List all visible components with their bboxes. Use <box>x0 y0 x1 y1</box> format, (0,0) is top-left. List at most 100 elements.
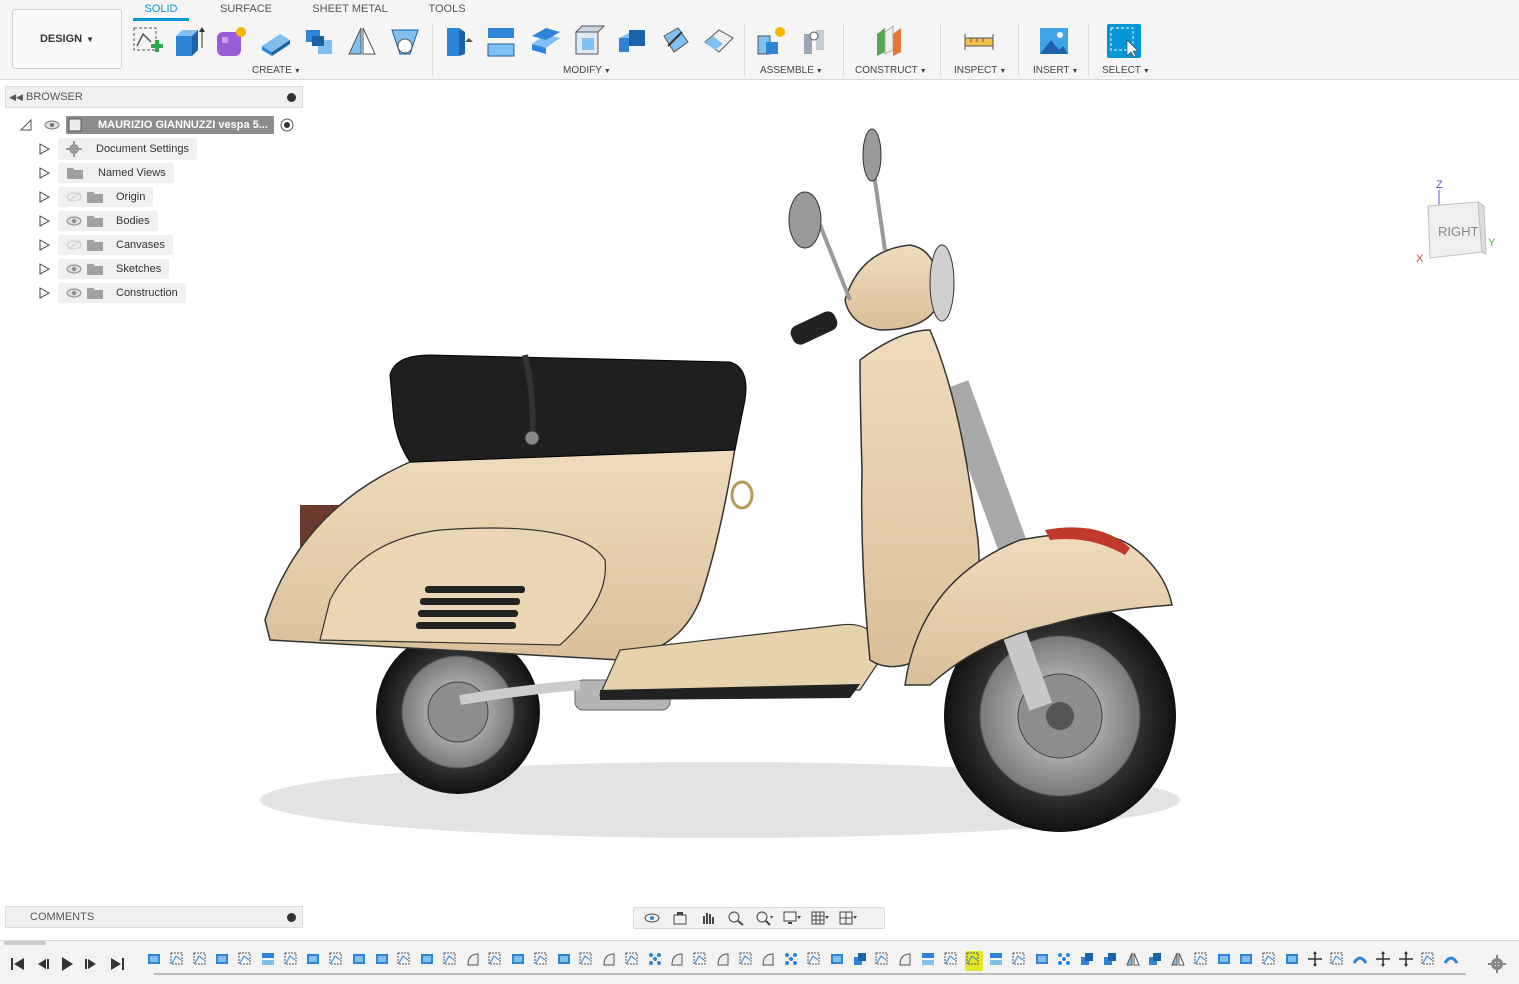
timeline-feature-sk[interactable] <box>1420 951 1438 971</box>
pan-button[interactable] <box>694 908 722 928</box>
viewcube[interactable]: Z RIGHT Y X <box>1410 176 1500 266</box>
timeline-feature-comb[interactable] <box>1079 951 1097 971</box>
sketches-label-box[interactable]: Sketches <box>58 259 170 279</box>
timeline-feature-ext[interactable] <box>556 951 574 971</box>
timeline-scrollbar[interactable] <box>4 941 46 945</box>
timeline-feature-move[interactable] <box>1398 951 1416 971</box>
browser-panel-header[interactable]: ◀◀ BROWSER <box>5 86 303 108</box>
viewports-button[interactable] <box>834 908 862 928</box>
timeline-feature-sk[interactable] <box>624 951 642 971</box>
look-at-button[interactable] <box>666 908 694 928</box>
expand-triangle-icon[interactable] <box>38 143 50 155</box>
step-back-button[interactable] <box>32 955 52 973</box>
timeline-feature-sk[interactable] <box>965 951 983 971</box>
construction-label-box[interactable]: Construction <box>58 283 186 303</box>
timeline-feature-sk[interactable] <box>943 951 961 971</box>
modify-menu[interactable]: MODIFY ▼ <box>563 65 611 76</box>
timeline-feature-ext[interactable] <box>1238 951 1256 971</box>
browser-item-named-views[interactable]: Named Views <box>38 163 174 183</box>
expand-triangle-icon[interactable] <box>38 263 50 275</box>
go-to-end-button[interactable] <box>107 955 127 973</box>
tab-solid[interactable]: SOLID <box>133 3 189 21</box>
timeline-feature-pat[interactable] <box>647 951 665 971</box>
timeline-feature-comb[interactable] <box>852 951 870 971</box>
offset-plane-icon[interactable] <box>873 24 907 58</box>
timeline-feature-ext[interactable] <box>1034 951 1052 971</box>
timeline-settings-button[interactable] <box>1488 955 1506 973</box>
timeline-feature-rev[interactable] <box>715 951 733 971</box>
timeline-feature-rev[interactable] <box>760 951 778 971</box>
timeline-feature-ext[interactable] <box>214 951 232 971</box>
press-pull-icon[interactable] <box>441 24 475 58</box>
select-tool-icon[interactable] <box>1107 24 1141 58</box>
browser-root-row[interactable]: MAURIZIO GIANNUZZI vespa 5... <box>20 115 294 135</box>
display-settings-button[interactable] <box>778 908 806 928</box>
step-forward-button[interactable] <box>82 955 102 973</box>
new-component-icon[interactable] <box>754 24 788 58</box>
insert-image-icon[interactable] <box>1037 24 1071 58</box>
bodies-label-box[interactable]: Bodies <box>58 211 158 231</box>
select-menu[interactable]: SELECT ▼ <box>1102 65 1150 76</box>
expand-triangle-icon[interactable] <box>38 191 50 203</box>
timeline-feature-sk[interactable] <box>874 951 892 971</box>
orbit-button[interactable] <box>638 908 666 928</box>
timeline-feature-sk[interactable] <box>442 951 460 971</box>
timeline-feature-ext[interactable] <box>829 951 847 971</box>
timeline-feature-sweep[interactable] <box>1443 951 1461 971</box>
collapse-panel-icon[interactable]: ◀◀ <box>6 92 26 103</box>
browser-item-canvases[interactable]: Canvases <box>38 235 173 255</box>
timeline-feature-sk[interactable] <box>1261 951 1279 971</box>
timeline-feature-fil[interactable] <box>988 951 1006 971</box>
timeline-feature-sk[interactable] <box>328 951 346 971</box>
expand-triangle-icon[interactable] <box>38 215 50 227</box>
timeline-feature-move[interactable] <box>1375 951 1393 971</box>
timeline-feature-rev[interactable] <box>669 951 687 971</box>
timeline-feature-ext[interactable] <box>374 951 392 971</box>
timeline-feature-sk[interactable] <box>1193 951 1211 971</box>
timeline-feature-sk[interactable] <box>806 951 824 971</box>
visibility-eye-icon[interactable] <box>66 287 82 299</box>
activate-radio-icon[interactable] <box>280 118 294 132</box>
replace-face-icon[interactable] <box>701 24 735 58</box>
timeline-feature-sk[interactable] <box>692 951 710 971</box>
insert-menu[interactable]: INSERT ▼ <box>1033 65 1078 76</box>
timeline-feature-rev[interactable] <box>601 951 619 971</box>
timeline-feature-sk[interactable] <box>237 951 255 971</box>
extrude-icon[interactable] <box>172 24 206 58</box>
timeline-feature-sk[interactable] <box>487 951 505 971</box>
grid-settings-button[interactable] <box>806 908 834 928</box>
timeline-feature-sk[interactable] <box>533 951 551 971</box>
timeline-feature-ext[interactable] <box>510 951 528 971</box>
timeline-feature-pat[interactable] <box>1056 951 1074 971</box>
expand-triangle-icon[interactable] <box>38 239 50 251</box>
timeline-feature-ext[interactable] <box>351 951 369 971</box>
zoom-button[interactable] <box>722 908 750 928</box>
chamfer-icon[interactable] <box>528 24 562 58</box>
timeline-feature-sk[interactable] <box>1329 951 1347 971</box>
timeline-feature-comb[interactable] <box>1147 951 1165 971</box>
hidden-eye-icon[interactable] <box>66 191 82 203</box>
timeline-feature-sk[interactable] <box>169 951 187 971</box>
fillet-icon[interactable] <box>484 24 518 58</box>
timeline-feature-sk[interactable] <box>192 951 210 971</box>
timeline-feature-ext[interactable] <box>146 951 164 971</box>
mirror-icon[interactable] <box>345 24 379 58</box>
tab-tools[interactable]: TOOLS <box>422 3 472 21</box>
browser-item-origin[interactable]: Origin <box>38 187 154 207</box>
visibility-eye-icon[interactable] <box>66 215 82 227</box>
named-views-label-box[interactable]: Named Views <box>58 163 174 183</box>
joint-icon[interactable] <box>798 24 832 58</box>
canvases-label-box[interactable]: Canvases <box>58 235 173 255</box>
timeline-feature-sweep[interactable] <box>1352 951 1370 971</box>
visibility-eye-icon[interactable] <box>66 263 82 275</box>
split-body-icon[interactable] <box>658 24 692 58</box>
timeline-feature-ext[interactable] <box>305 951 323 971</box>
timeline-feature-rev[interactable] <box>465 951 483 971</box>
document-settings-label-box[interactable]: Document Settings <box>58 138 197 160</box>
sweep-icon[interactable] <box>302 24 336 58</box>
timeline-feature-mir[interactable] <box>1170 951 1188 971</box>
3d-viewport[interactable]: Z RIGHT Y X <box>0 80 1519 935</box>
browser-item-construction[interactable]: Construction <box>38 283 186 303</box>
expand-triangle-icon[interactable] <box>38 287 50 299</box>
inspect-menu[interactable]: INSPECT ▼ <box>954 65 1006 76</box>
